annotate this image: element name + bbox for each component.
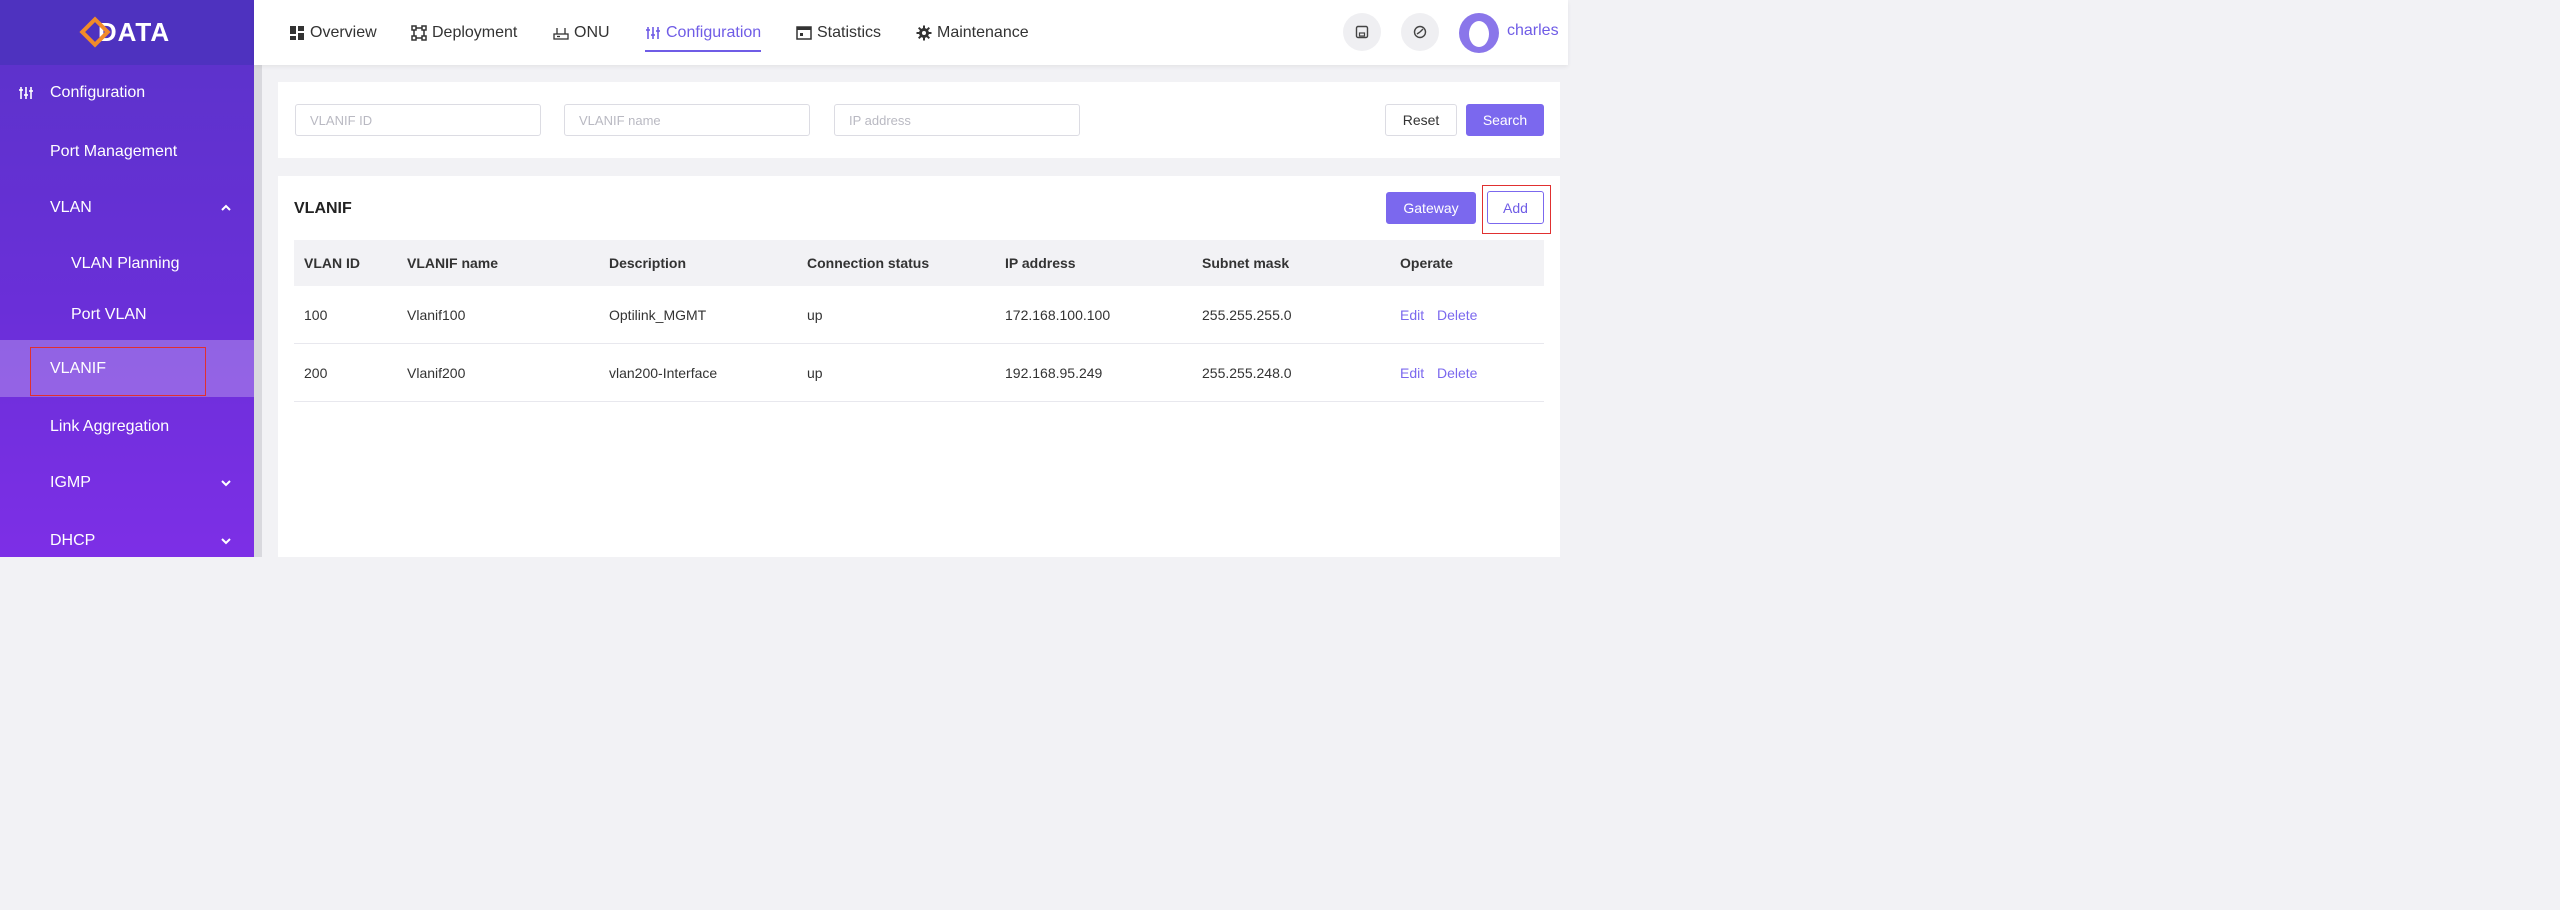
add-button[interactable]: Add — [1487, 191, 1544, 224]
tab-label: Overview — [310, 23, 377, 41]
sidebar-section-configuration[interactable]: Configuration — [0, 65, 254, 121]
user-avatar-icon — [1469, 21, 1489, 47]
cell-connection-status: up — [807, 306, 823, 323]
edit-link[interactable]: Edit — [1400, 365, 1424, 381]
tab-label: Statistics — [817, 23, 882, 41]
sidebar-item-igmp[interactable]: IGMP — [0, 455, 254, 511]
sidebar-item-dhcp[interactable]: DHCP — [0, 513, 254, 569]
tab-label: Maintenance — [937, 23, 1029, 41]
topology-icon — [411, 24, 427, 41]
vlanif-id-input[interactable] — [295, 104, 541, 136]
sidebar-item-label: DHCP — [50, 532, 96, 549]
search-button[interactable]: Search — [1466, 104, 1544, 136]
cell-vlanif-name: Vlanif100 — [407, 306, 466, 323]
tab-onu[interactable]: ONU — [553, 0, 610, 65]
edit-link[interactable]: Edit — [1400, 307, 1424, 323]
dashboard-gauge-button[interactable] — [1401, 13, 1439, 51]
ip-address-input[interactable] — [834, 104, 1080, 136]
table-row: 100 Vlanif100 Optilink_MGMT up 172.168.1… — [294, 286, 1544, 344]
reset-button[interactable]: Reset — [1385, 104, 1457, 136]
tab-statistics[interactable]: Statistics — [796, 0, 881, 65]
column-header: Subnet mask — [1202, 255, 1290, 271]
chevron-up-icon — [221, 204, 231, 211]
column-header: VLANIF name — [407, 255, 499, 271]
statistics-window-icon — [796, 25, 812, 40]
cell-description: vlan200-Interface — [609, 364, 718, 381]
gateway-button[interactable]: Gateway — [1386, 192, 1476, 224]
delete-link[interactable]: Delete — [1437, 307, 1477, 323]
delete-link[interactable]: Delete — [1437, 365, 1477, 381]
filter-panel: Reset Search — [278, 82, 1560, 158]
cell-vlan-id: 100 — [304, 306, 328, 323]
sidebar-scrollbar[interactable] — [254, 65, 262, 557]
sidebar-item-label: VLAN — [50, 199, 92, 216]
logo: DATA — [0, 0, 254, 65]
logo-text: DATA — [79, 15, 170, 48]
table-row: 200 Vlanif200 vlan200-Interface up 192.1… — [294, 344, 1544, 402]
username[interactable]: charles — [1507, 22, 1559, 40]
sliders-icon — [19, 87, 33, 99]
table-header: VLAN ID VLANIF name Description Connecti… — [294, 240, 1544, 286]
sidebar-item-vlan[interactable]: VLAN — [0, 180, 254, 236]
onu-device-icon — [553, 27, 569, 40]
page-title: VLANIF — [294, 200, 352, 217]
cell-subnet-mask: 255.255.255.0 — [1202, 306, 1292, 323]
cell-vlanif-name: Vlanif200 — [407, 364, 466, 381]
vlanif-name-input[interactable] — [564, 104, 810, 136]
dashboard-icon — [290, 25, 304, 40]
tab-label: ONU — [574, 23, 610, 41]
sidebar-item-label: Link Aggregation — [50, 418, 170, 435]
save-button[interactable] — [1343, 13, 1381, 51]
vlanif-table-panel: VLANIF Gateway Add VLAN ID VLANIF name D… — [278, 176, 1560, 557]
sidebar-item-vlan-planning[interactable]: VLAN Planning — [0, 236, 254, 292]
highlight-box — [30, 347, 206, 396]
active-tab-indicator — [645, 50, 762, 52]
column-header: VLAN ID — [304, 255, 360, 271]
sidebar-item-label: VLAN Planning — [71, 255, 180, 272]
sliders-icon — [646, 26, 660, 39]
tab-label: Configuration — [666, 23, 762, 41]
cell-vlan-id: 200 — [304, 364, 328, 381]
tab-deployment[interactable]: Deployment — [411, 0, 517, 65]
column-header: Operate — [1400, 255, 1453, 271]
tab-maintenance[interactable]: Maintenance — [916, 0, 1029, 65]
cell-subnet-mask: 255.255.248.0 — [1202, 364, 1292, 381]
cell-description: Optilink_MGMT — [609, 306, 707, 323]
cell-ip-address: 172.168.100.100 — [1005, 306, 1111, 323]
sidebar-section-label: Configuration — [50, 84, 146, 101]
avatar[interactable] — [1459, 13, 1499, 53]
sidebar-item-label: Port Management — [50, 143, 178, 160]
cell-ip-address: 192.168.95.249 — [1005, 364, 1103, 381]
chevron-down-icon — [221, 538, 231, 545]
gauge-icon — [1413, 25, 1427, 39]
sidebar-item-vlanif[interactable]: VLANIF — [0, 340, 254, 397]
sidebar-item-link-aggregation[interactable]: Link Aggregation — [0, 399, 254, 455]
sidebar-item-label: Port VLAN — [71, 306, 147, 323]
cell-connection-status: up — [807, 364, 823, 381]
column-header: Description — [609, 255, 687, 271]
sidebar-item-port-management[interactable]: Port Management — [0, 124, 254, 180]
gear-icon — [916, 25, 932, 40]
tab-overview[interactable]: Overview — [289, 0, 377, 65]
column-header: IP address — [1005, 255, 1076, 271]
chevron-down-icon — [221, 480, 231, 487]
tab-configuration[interactable]: Configuration — [645, 0, 762, 65]
save-icon — [1355, 25, 1369, 39]
column-header: Connection status — [807, 255, 930, 271]
sidebar-item-port-vlan[interactable]: Port VLAN — [0, 288, 254, 342]
sidebar: DATA Configuration Port Management VLAN … — [0, 0, 254, 557]
sidebar-item-label: IGMP — [50, 474, 91, 491]
tab-label: Deployment — [432, 23, 518, 41]
